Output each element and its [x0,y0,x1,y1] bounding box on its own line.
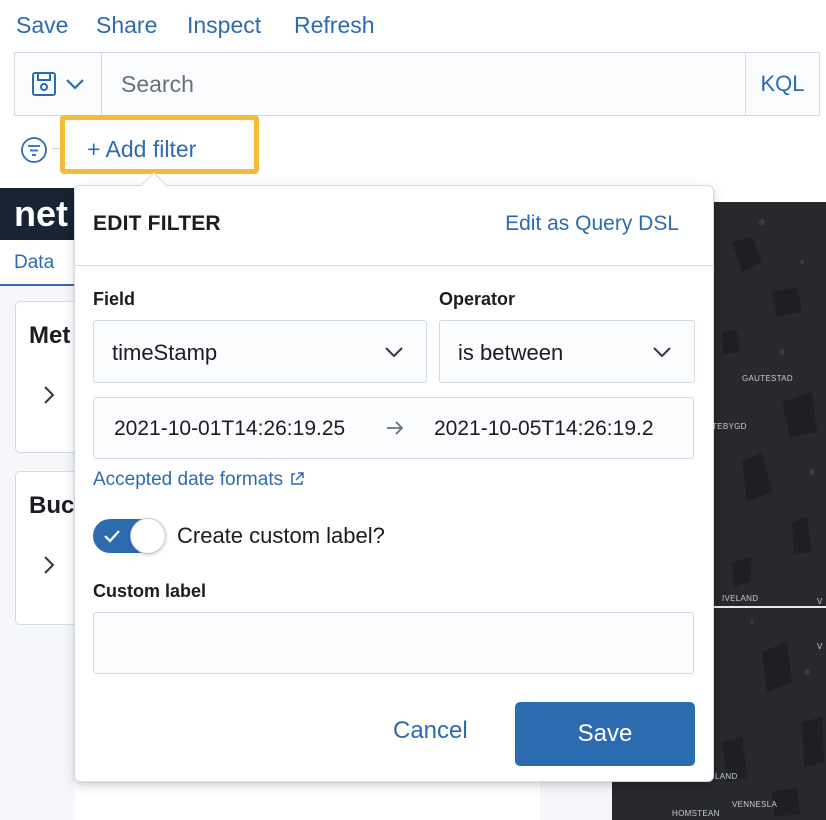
add-filter-button[interactable]: + Add filter [60,115,259,174]
add-filter-label: + Add filter [87,136,197,162]
range-end-input[interactable]: 2021-10-05T14:26:19.2 [434,417,684,441]
popover-arrow [141,172,167,198]
map-label: TEBYGD [712,422,747,431]
edit-as-query-dsl-link[interactable]: Edit as Query DSL [505,212,679,236]
custom-label-toggle-label: Create custom label? [177,523,385,548]
toggle-knob [130,518,166,554]
divider [75,265,713,266]
operator-label: Operator [439,289,516,309]
operator-select[interactable]: is between [439,320,695,383]
card-title: Met [29,322,71,349]
chevron-down-icon [65,77,85,96]
edit-filter-popover: EDIT FILTER Edit as Query DSL Field time… [74,172,714,782]
field-select[interactable]: timeStamp [93,320,427,383]
range-start-input[interactable]: 2021-10-01T14:26:19.25 [114,417,354,441]
app-title: net [0,188,74,240]
card-title: Buc [29,492,75,519]
arrow-right-icon [385,420,405,441]
custom-label-toggle[interactable] [93,518,166,554]
search-input[interactable] [103,53,747,115]
map-label: HOMSTEAN [672,809,720,818]
field-label: Field [93,289,136,309]
save-link[interactable]: Save [16,12,68,39]
inspect-link[interactable]: Inspect [187,12,261,39]
cancel-button[interactable]: Cancel [393,717,468,745]
map-boundary-line [712,606,826,608]
chevron-right-icon[interactable] [42,384,56,411]
custom-label-title: Custom label [93,581,207,601]
buckets-card: Buc [15,471,75,625]
query-bar: KQL [14,52,820,116]
external-link-icon [289,471,305,493]
metrics-card: Met [15,301,75,453]
help-link-label: Accepted date formats [93,469,284,490]
tab-data[interactable]: Data [14,252,54,274]
saved-queries-button[interactable] [15,53,102,115]
operator-value: is between [458,340,564,365]
top-nav: Save Share Inspect Refresh [0,0,826,52]
kql-language-button[interactable]: KQL [745,53,819,115]
save-disk-icon [31,71,57,102]
map-label: V [817,597,823,606]
field-value: timeStamp [112,340,218,365]
chevron-right-icon[interactable] [42,554,56,581]
filter-menu-icon[interactable] [20,136,48,169]
map-label: VENNESLA [732,800,778,809]
map-label: IVELAND [722,594,759,603]
popover-title: EDIT FILTER [93,212,221,235]
sidebar-panel: Met Buc [0,286,75,820]
save-button[interactable]: Save [515,702,695,766]
refresh-link[interactable]: Refresh [294,12,375,39]
map-label: V [817,642,823,651]
map-label: GAUTESTAD [742,374,794,383]
check-icon [103,529,121,548]
chevron-down-icon [652,345,672,364]
date-range-input: 2021-10-01T14:26:19.25 2021-10-05T14:26:… [93,397,694,459]
custom-label-input[interactable] [93,612,694,674]
divider [52,148,60,149]
share-link[interactable]: Share [96,12,157,39]
chevron-down-icon [384,345,404,364]
accepted-date-formats-link[interactable]: Accepted date formats [93,469,305,493]
map-label: LAND [715,772,738,781]
